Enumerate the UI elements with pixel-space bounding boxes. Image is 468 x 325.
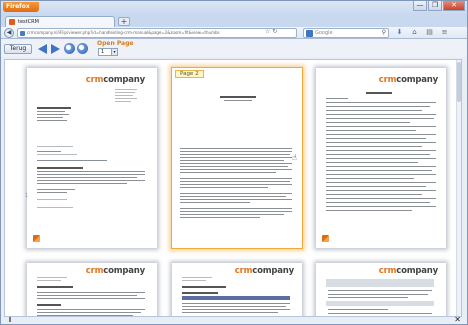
reload-icon[interactable]: ↻ xyxy=(272,28,279,35)
next-page-icon[interactable] xyxy=(50,43,61,54)
company-logo: crmcompany xyxy=(378,75,438,85)
favicon-icon xyxy=(9,19,15,25)
page-label: Page 2 xyxy=(175,70,204,78)
search-field[interactable]: Google ⚲ xyxy=(303,28,389,38)
browser-tab[interactable]: testCRM xyxy=(5,16,115,27)
browser-window: Firefox — ❐ ✕ testCRM + ◀ crmcompany.nl/… xyxy=(0,0,468,325)
page-indicator: 1 xyxy=(25,193,29,199)
download-icon[interactable]: ⬇ xyxy=(395,28,404,37)
url-bar[interactable]: crmcompany.nl/iFlip/viewer.php?id=handle… xyxy=(17,28,297,38)
new-tab-button[interactable]: + xyxy=(118,17,130,26)
firefox-menu-button[interactable]: Firefox xyxy=(3,2,39,12)
site-identity-icon xyxy=(20,31,25,36)
navigation-bar: ◀ crmcompany.nl/iFlip/viewer.php?id=hand… xyxy=(1,27,467,39)
company-logo: crmcompany xyxy=(378,266,438,276)
brand-mark-icon xyxy=(33,235,40,242)
vertical-scrollbar[interactable] xyxy=(456,60,461,316)
search-icon[interactable]: ⚲ xyxy=(382,29,386,37)
pointer-cursor-icon: ☝ xyxy=(292,153,297,162)
minimize-button[interactable]: — xyxy=(413,1,427,11)
toolbar-icons: ⬇ ⌂ ▤ ≡ xyxy=(395,28,449,37)
search-placeholder: Google xyxy=(315,30,333,36)
back-arrow-icon[interactable]: ◀ xyxy=(4,28,14,38)
bookmarks-icon[interactable]: ▤ xyxy=(425,28,434,37)
scrollbar-thumb[interactable] xyxy=(457,62,461,102)
zoom-in-icon[interactable] xyxy=(64,43,75,54)
url-bar-icons: ☆↻ xyxy=(265,28,279,35)
page-thumbnail-6[interactable]: crmcompany xyxy=(316,263,446,316)
close-viewer-icon[interactable]: ✕ xyxy=(454,315,461,324)
menu-icon[interactable]: ≡ xyxy=(440,28,449,37)
zoom-out-icon[interactable] xyxy=(77,43,88,54)
close-button[interactable]: ✕ xyxy=(443,1,465,11)
page-thumbnail-2[interactable]: Page 2 xyxy=(172,68,302,248)
company-logo: crmcompany xyxy=(85,75,145,85)
company-logo: crmcompany xyxy=(85,266,145,276)
status-bar xyxy=(4,318,462,324)
page-thumbnail-3[interactable]: crmcompany xyxy=(316,68,446,248)
window-controls: — ❐ ✕ xyxy=(413,1,465,11)
company-logo: crmcompany xyxy=(234,266,294,276)
status-divider xyxy=(9,317,11,322)
previous-page-icon[interactable] xyxy=(37,43,48,54)
title-bar: Firefox — ❐ ✕ xyxy=(1,1,467,15)
google-icon xyxy=(306,30,313,37)
back-button[interactable]: Terug xyxy=(4,44,32,54)
chevron-down-icon[interactable]: ▾ xyxy=(111,49,117,55)
tab-title: testCRM xyxy=(18,19,39,25)
page-thumbnail-1[interactable]: crmcompany xyxy=(27,68,157,248)
brand-mark-icon xyxy=(322,235,329,242)
page-thumbnail-5[interactable]: crmcompany xyxy=(172,263,302,316)
page-thumbnails-area: crmcompany Page 2 crmcompany crmcompany … xyxy=(4,59,462,317)
home-icon[interactable]: ⌂ xyxy=(410,28,419,37)
page-select[interactable]: 1 ▾ xyxy=(98,48,118,56)
url-text: crmcompany.nl/iFlip/viewer.php?id=handle… xyxy=(27,30,220,35)
tab-bar: testCRM + xyxy=(1,15,467,27)
maximize-button[interactable]: ❐ xyxy=(428,1,442,11)
viewer-toolbar: Terug Open Page 1 ▾ xyxy=(1,39,467,57)
page-thumbnail-4[interactable]: crmcompany xyxy=(27,263,157,316)
open-page-label: Open Page xyxy=(97,40,134,47)
page-select-value: 1 xyxy=(101,49,105,55)
